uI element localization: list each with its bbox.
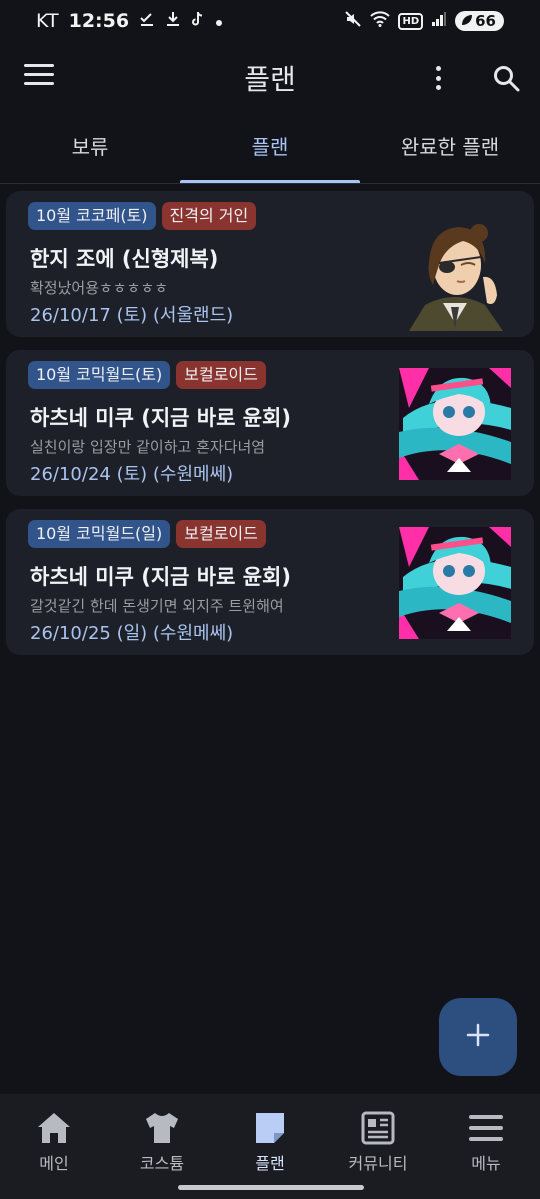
battery-level: 66 <box>475 12 496 30</box>
plus-icon <box>466 1023 490 1051</box>
plan-memo: 갈것같긴 한데 돈생기면 외지주 트윈해여 <box>30 597 284 615</box>
plan-date: 26/10/17 (토) (서울랜드) <box>30 305 234 326</box>
plan-title: 하츠네 미쿠 (지금 바로 윤회) <box>30 406 291 430</box>
plan-card[interactable]: 10월 코코페(토) 진격의 거인 한지 조에 (신형제복) 확정났어용ㅎㅎㅎㅎ… <box>6 191 534 337</box>
mute-icon <box>344 10 362 32</box>
tab-plan[interactable]: 플랜 <box>180 118 360 183</box>
more-options-icon[interactable] <box>430 64 446 92</box>
plan-title: 한지 조에 (신형제복) <box>30 247 219 271</box>
home-icon <box>34 1110 74 1146</box>
page-title: 플랜 <box>244 63 296 96</box>
shirt-icon <box>142 1110 182 1146</box>
nav-label: 메인 <box>39 1154 69 1173</box>
carrier-label: KT <box>36 10 59 32</box>
plan-date: 26/10/25 (일) (수원메쎄) <box>30 623 234 644</box>
nav-label: 메뉴 <box>471 1154 501 1173</box>
home-indicator[interactable] <box>178 1185 364 1190</box>
plan-card[interactable]: 10월 코믹월드(일) 보컬로이드 하츠네 미쿠 (지금 바로 윤회) 갈것같긴… <box>6 509 534 655</box>
signal-icon <box>431 11 447 31</box>
event-tag: 10월 코믹월드(토) <box>28 361 171 389</box>
clock-time: 12:56 <box>68 10 130 32</box>
search-icon[interactable] <box>492 64 520 92</box>
plan-memo: 확정났어용ㅎㅎㅎㅎㅎ <box>30 279 169 297</box>
menu-icon <box>466 1110 506 1146</box>
plan-card[interactable]: 10월 코믹월드(토) 보컬로이드 하츠네 미쿠 (지금 바로 윤회) 실친이랑… <box>6 350 534 496</box>
check-download-icon <box>139 11 155 31</box>
plan-tabs: 보류 플랜 완료한 플랜 <box>0 118 540 184</box>
miku-character-thumbnail <box>399 368 511 480</box>
plan-list: 10월 코코페(토) 진격의 거인 한지 조에 (신형제복) 확정났어용ㅎㅎㅎㅎ… <box>6 191 534 668</box>
note-icon <box>250 1110 290 1146</box>
leaf-icon <box>461 14 473 29</box>
genre-tag: 진격의 거인 <box>161 202 257 230</box>
tab-on-hold[interactable]: 보류 <box>0 118 180 183</box>
nav-item-costume[interactable]: 코스튬 <box>108 1094 216 1199</box>
hange-character-thumbnail <box>399 219 511 331</box>
tab-completed-plan[interactable]: 완료한 플랜 <box>360 118 540 183</box>
nav-item-menu[interactable]: 메뉴 <box>432 1094 540 1199</box>
event-tag: 10월 코믹월드(일) <box>28 520 171 548</box>
event-tag: 10월 코코페(토) <box>28 202 156 230</box>
nav-label: 플랜 <box>255 1154 285 1173</box>
genre-tag: 보컬로이드 <box>176 361 266 389</box>
tiktok-icon <box>191 11 205 31</box>
nav-label: 커뮤니티 <box>348 1154 408 1173</box>
nav-label: 코스튬 <box>139 1154 185 1173</box>
plan-date: 26/10/24 (토) (수원메쎄) <box>30 464 234 485</box>
bottom-navigation: 메인 코스튬 플랜 커뮤니티 메뉴 <box>0 1094 540 1199</box>
dot-icon <box>215 12 223 31</box>
top-app-bar: 플랜 <box>0 44 540 110</box>
wifi-icon <box>370 11 391 31</box>
add-plan-button[interactable] <box>439 998 517 1076</box>
status-bar: KT 12:56 HD 66 <box>0 0 540 44</box>
plan-title: 하츠네 미쿠 (지금 바로 윤회) <box>30 565 291 589</box>
download-icon <box>165 11 181 31</box>
plan-memo: 실친이랑 입장만 같이하고 혼자다녀염 <box>30 438 266 456</box>
nav-item-community[interactable]: 커뮤니티 <box>324 1094 432 1199</box>
newspaper-icon <box>358 1110 398 1146</box>
nav-item-plan[interactable]: 플랜 <box>216 1094 324 1199</box>
genre-tag: 보컬로이드 <box>176 520 266 548</box>
nav-item-main[interactable]: 메인 <box>0 1094 108 1199</box>
battery-icon: 66 <box>455 11 504 31</box>
hd-voice-badge: HD <box>398 12 424 30</box>
miku-character-thumbnail <box>399 527 511 639</box>
